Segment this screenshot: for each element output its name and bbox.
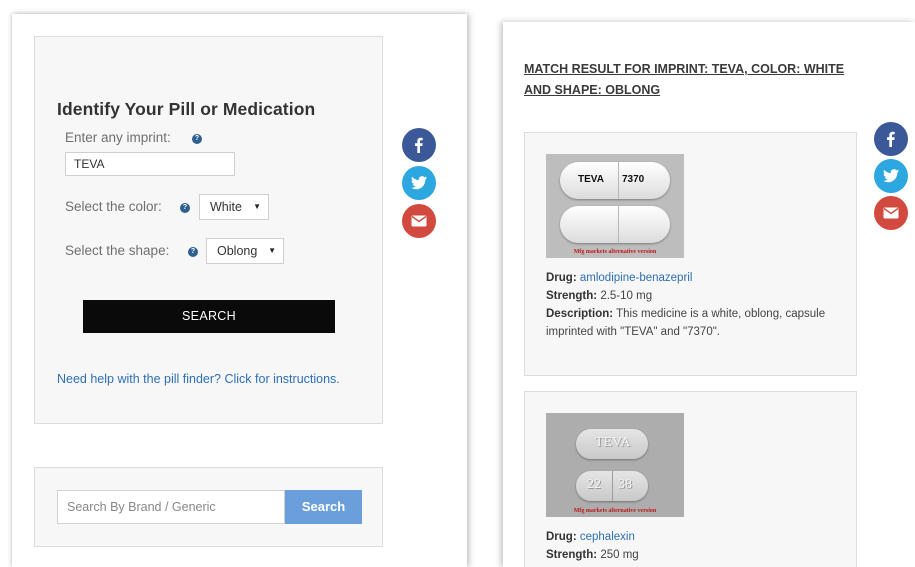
brand-search-button[interactable]: Search [285,490,362,524]
help-instructions-link[interactable]: Need help with the pill finder? Click fo… [57,372,340,386]
facebook-share-button[interactable] [874,122,908,156]
search-button[interactable]: SEARCH [83,300,335,333]
drug-link[interactable]: cephalexin [580,531,635,543]
pill-imprint-text: 38 [618,477,632,492]
shape-label: Select the shape: [65,243,170,258]
brand-search-card: Search By Brand / Generic Search [34,467,383,547]
pill-finder-card: Identify Your Pill or Medication Enter a… [34,36,383,424]
pill-imprint-text: TEVA [578,174,604,185]
question-circle-icon[interactable]: ? [180,203,190,213]
pill-imprint-text: TEVA [595,435,631,450]
pill-imprint-text: 7370 [622,174,645,185]
capsule-shape [560,206,670,243]
email-icon [883,207,899,219]
strength-label: Strength: [546,290,598,302]
image-watermark: Mfg markets alternative version [573,508,657,514]
brand-search-input[interactable]: Search By Brand / Generic [57,490,285,524]
pill-finder-panel: Identify Your Pill or Medication Enter a… [12,14,467,567]
drug-line: Drug: amlodipine-benazepril [546,269,692,287]
imprint-input[interactable]: TEVA [65,152,235,176]
strength-line: Strength: 2.5-10 mg [546,287,652,305]
pill-image[interactable]: TEVA 22 38 Mfg markets alternative versi… [546,413,684,517]
strength-line: Strength: 250 mg [546,546,639,564]
drug-label: Drug: [546,531,577,543]
pill-finder-title: Identify Your Pill or Medication [57,99,316,119]
capsule-seam [618,162,619,199]
color-label: Select the color: [65,199,162,214]
tablet-shape: TEVA [576,429,648,459]
description-label: Description: [546,308,614,320]
twitter-icon [411,176,427,190]
tablet-score [612,471,613,501]
twitter-icon [883,169,899,183]
question-circle-icon[interactable]: ? [188,247,198,257]
results-title: MATCH RESULT FOR IMPRINT: TEVA, COLOR: W… [524,62,845,97]
result-card: TEVA 7370 Mfg markets alternative versio… [524,132,857,376]
caret-down-icon: ▼ [268,246,276,255]
facebook-icon [887,131,895,147]
strength-value: 250 mg [600,549,639,561]
results-panel: MATCH RESULT FOR IMPRINT: TEVA, COLOR: W… [503,22,915,567]
description-line: Description: This medicine is a white, o… [546,305,841,341]
strength-label: Strength: [546,549,598,561]
tablet-shape: 22 38 [576,471,648,501]
drug-label: Drug: [546,272,577,284]
twitter-share-button[interactable] [402,166,436,200]
imprint-label: Enter any imprint: [65,130,171,145]
email-share-button[interactable] [874,196,908,230]
facebook-share-button[interactable] [402,128,436,162]
drug-line: Drug: cephalexin [546,528,635,546]
facebook-icon [415,137,423,153]
question-circle-icon[interactable]: ? [192,134,202,144]
result-card: TEVA 22 38 Mfg markets alternative versi… [524,391,857,567]
color-select[interactable]: White ▼ [199,194,269,220]
caret-down-icon: ▼ [253,202,261,211]
pill-imprint-text: 22 [587,477,601,492]
strength-value: 2.5-10 mg [600,290,653,302]
pill-image[interactable]: TEVA 7370 Mfg markets alternative versio… [546,154,684,258]
capsule-shape: TEVA 7370 [560,162,670,199]
twitter-share-button[interactable] [874,159,908,193]
drug-link[interactable]: amlodipine-benazepril [580,272,693,284]
shape-select-value: Oblong [217,244,258,258]
shape-select[interactable]: Oblong ▼ [206,238,284,264]
email-icon [411,215,427,227]
color-select-value: White [210,200,242,214]
capsule-seam [618,206,619,243]
image-watermark: Mfg markets alternative version [573,249,657,255]
email-share-button[interactable] [402,204,436,238]
